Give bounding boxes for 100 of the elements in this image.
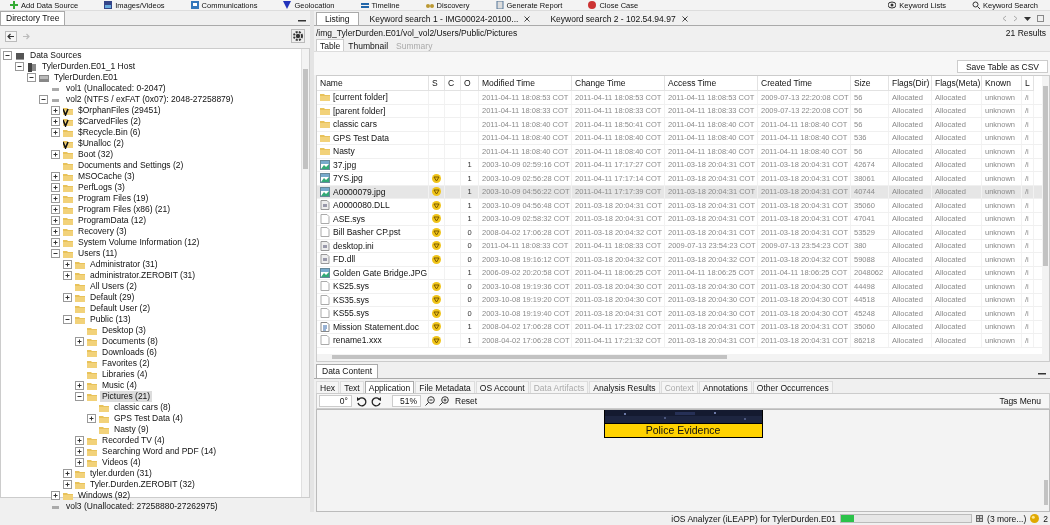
tree-item[interactable]: System Volume Information (12) bbox=[76, 237, 202, 248]
collapse-toggle-icon[interactable] bbox=[75, 392, 84, 401]
tree-item[interactable]: Windows (92) bbox=[76, 490, 132, 501]
expand-toggle-icon[interactable] bbox=[51, 117, 60, 126]
save-csv-button[interactable]: Save Table as CSV bbox=[956, 60, 1048, 73]
tree-item[interactable]: Tyler.Durden.ZEROBIT (32) bbox=[88, 479, 197, 490]
zoom-field[interactable]: 51% bbox=[392, 395, 421, 407]
column-header[interactable]: Flags(Meta) bbox=[932, 76, 982, 91]
more-tasks-link[interactable]: (3 more...) bbox=[987, 513, 1027, 524]
panel-tab[interactable]: Data Content bbox=[316, 364, 379, 378]
expand-toggle-icon[interactable] bbox=[75, 458, 84, 467]
view-tab[interactable]: Thumbnail bbox=[344, 39, 392, 51]
expand-toggle-icon[interactable] bbox=[51, 491, 60, 500]
tree-item[interactable]: GPS Test Data (4) bbox=[112, 413, 185, 424]
tree-item[interactable]: All Users (2) bbox=[88, 281, 139, 292]
column-header[interactable]: Access Time bbox=[665, 76, 758, 91]
result-tab[interactable]: Keyword search 2 - 102.54.94.97 bbox=[541, 12, 697, 25]
tree-item[interactable]: tyler.durden (31) bbox=[88, 468, 154, 479]
expand-toggle-icon[interactable] bbox=[51, 227, 60, 236]
expand-toggle-icon[interactable] bbox=[75, 447, 84, 456]
expand-toggle-icon[interactable] bbox=[63, 293, 72, 302]
rotate-left-icon[interactable] bbox=[356, 395, 367, 407]
tree-item[interactable]: Music (4) bbox=[100, 380, 139, 391]
expand-toggle-icon[interactable] bbox=[51, 205, 60, 214]
tree-item[interactable]: Searching Word and PDF (14) bbox=[100, 446, 219, 457]
expand-toggle-icon[interactable] bbox=[51, 183, 60, 192]
tree-item[interactable]: Desktop (3) bbox=[100, 325, 148, 336]
expand-toggle-icon[interactable] bbox=[63, 260, 72, 269]
expand-toggle-icon[interactable] bbox=[51, 128, 60, 137]
column-header[interactable]: Size bbox=[851, 76, 889, 91]
tree-item[interactable]: Default (29) bbox=[88, 292, 137, 303]
collapse-toggle-icon[interactable] bbox=[3, 51, 12, 60]
content-tab[interactable]: Hex bbox=[316, 381, 340, 393]
tree-item[interactable]: TylerDurden.E01 bbox=[52, 72, 120, 83]
column-header[interactable]: Name bbox=[317, 76, 429, 91]
content-tab[interactable]: Analysis Results bbox=[589, 381, 660, 393]
collapse-toggle-icon[interactable] bbox=[63, 315, 72, 324]
scrollbar[interactable] bbox=[1042, 76, 1049, 361]
scrollbar[interactable] bbox=[317, 354, 1042, 361]
tree-item[interactable]: vol1 (Unallocated: 0-2047) bbox=[64, 83, 168, 94]
column-header[interactable]: Known bbox=[982, 76, 1022, 91]
content-tab[interactable]: Other Occurrences bbox=[752, 381, 833, 393]
content-tab[interactable]: Annotations bbox=[698, 381, 752, 393]
tree-item[interactable]: Libraries (4) bbox=[100, 369, 150, 380]
content-tab[interactable]: OS Account bbox=[475, 381, 529, 393]
expand-toggle-icon[interactable] bbox=[63, 271, 72, 280]
column-header[interactable]: Created Time bbox=[758, 76, 851, 91]
tree-item[interactable]: Boot (32) bbox=[76, 149, 115, 160]
tree-item[interactable]: vol3 (Unallocated: 27258880-27262975) bbox=[64, 501, 220, 512]
content-tab[interactable]: Application bbox=[364, 381, 415, 393]
settings-icon[interactable] bbox=[291, 29, 305, 43]
rotate-right-icon[interactable] bbox=[371, 395, 382, 407]
column-header[interactable]: Flags(Dir) bbox=[889, 76, 932, 91]
tree-item[interactable]: Program Files (19) bbox=[76, 193, 151, 204]
content-tab[interactable]: File Metadata bbox=[415, 381, 475, 393]
tree-item[interactable]: Recovery (3) bbox=[76, 226, 129, 237]
tree-item[interactable]: $Recycle.Bin (6) bbox=[76, 127, 143, 138]
tree-item[interactable]: Nasty (9) bbox=[112, 424, 151, 435]
tree-item[interactable]: administrator.ZEROBIT (31) bbox=[88, 270, 198, 281]
result-tab[interactable]: Keyword search 1 - IMG00024-20100... bbox=[360, 12, 540, 25]
collapse-toggle-icon[interactable] bbox=[51, 249, 60, 258]
tree-item[interactable]: Administrator (31) bbox=[88, 259, 160, 270]
view-tab[interactable]: Table bbox=[316, 39, 345, 51]
column-header[interactable]: S bbox=[429, 76, 445, 91]
collapse-toggle-icon[interactable] bbox=[27, 73, 36, 82]
tree-item[interactable]: MSOCache (3) bbox=[76, 171, 137, 182]
expand-toggle-icon[interactable] bbox=[51, 150, 60, 159]
back-arrow-icon[interactable] bbox=[5, 30, 17, 42]
close-icon[interactable] bbox=[524, 16, 531, 22]
result-tab[interactable]: Listing bbox=[316, 12, 359, 25]
expand-toggle-icon[interactable] bbox=[51, 216, 60, 225]
collapse-toggle-icon[interactable] bbox=[39, 95, 48, 104]
column-header[interactable]: Modified Time bbox=[479, 76, 572, 91]
expand-toggle-icon[interactable] bbox=[63, 469, 72, 478]
content-tab[interactable]: Text bbox=[340, 381, 364, 393]
dropdown-icon[interactable] bbox=[1024, 15, 1031, 22]
expand-toggle-icon[interactable] bbox=[51, 106, 60, 115]
expand-toggle-icon[interactable] bbox=[51, 194, 60, 203]
expand-toggle-icon[interactable] bbox=[87, 414, 96, 423]
scrollbar[interactable] bbox=[301, 49, 309, 497]
tree-item[interactable]: Data Sources bbox=[28, 50, 84, 61]
column-header[interactable]: Change Time bbox=[572, 76, 665, 91]
column-header[interactable]: O bbox=[461, 76, 479, 91]
collapse-toggle-icon[interactable] bbox=[15, 62, 24, 71]
reset-button[interactable]: Reset bbox=[453, 396, 480, 406]
tree-item[interactable]: Users (11) bbox=[76, 248, 120, 259]
maximize-icon[interactable] bbox=[1037, 15, 1044, 22]
tree-item[interactable]: PerfLogs (3) bbox=[76, 182, 127, 193]
tree-item[interactable]: Pictures (21) bbox=[100, 391, 153, 402]
close-icon[interactable] bbox=[681, 16, 688, 22]
tree-item[interactable]: Favorites (2) bbox=[100, 358, 152, 369]
expand-toggle-icon[interactable] bbox=[51, 172, 60, 181]
grid-icon[interactable] bbox=[976, 515, 984, 522]
tree-item[interactable]: TylerDurden.E01_1 Host bbox=[40, 61, 138, 72]
expand-toggle-icon[interactable] bbox=[75, 436, 84, 445]
tree-item[interactable]: $CarvedFiles (2) bbox=[76, 116, 143, 127]
tree-item[interactable]: Public (13) bbox=[88, 314, 133, 325]
tree-item[interactable]: ProgramData (12) bbox=[76, 215, 149, 226]
rotation-field[interactable]: 0° bbox=[319, 395, 352, 407]
tree-item[interactable]: vol2 (NTFS / exFAT (0x07): 2048-27258879) bbox=[64, 94, 236, 105]
